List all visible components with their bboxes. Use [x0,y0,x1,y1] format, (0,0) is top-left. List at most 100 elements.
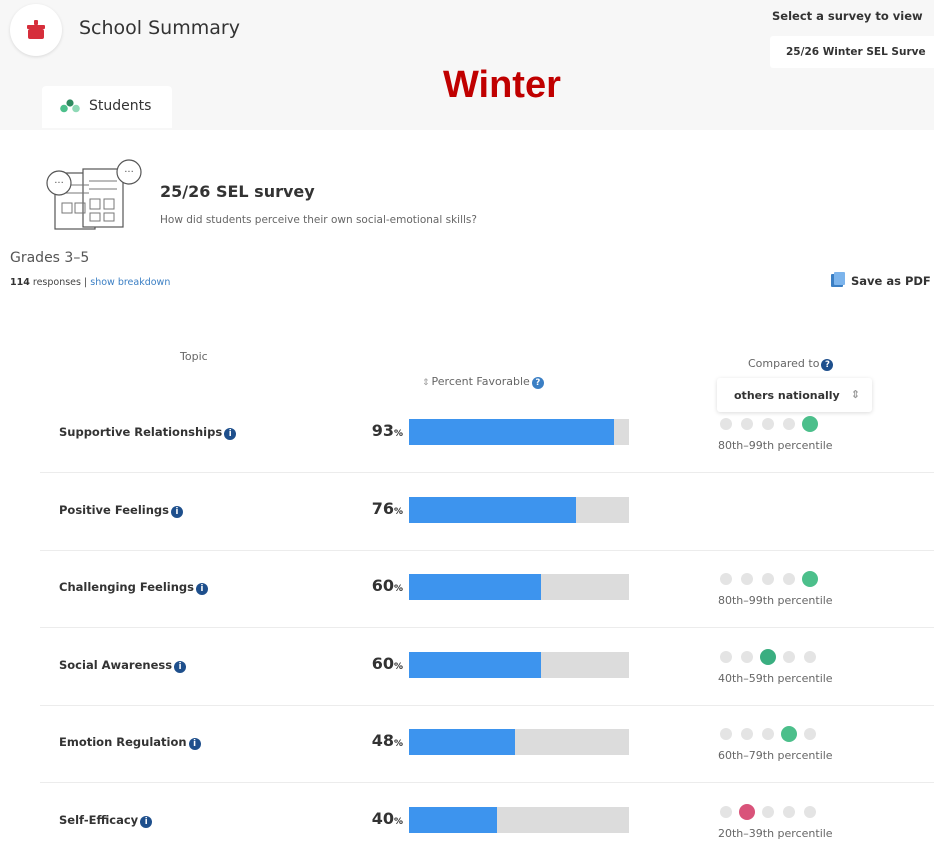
percentile-dots [720,803,830,820]
percent-unit: % [393,584,403,594]
percent-unit: % [393,739,403,749]
table-row: Emotion Regulation i 48% 60th–79th percenti… [40,705,934,783]
column-header-percent-label: Percent Favorable [431,375,530,388]
percent-bar-track [409,419,629,445]
percentile-label: 80th–99th percentile [718,594,833,607]
table-row: Supportive Relationships i 93% 80th–99th pe… [40,395,934,473]
percentile-dot [741,650,753,663]
topic-label: Emotion Regulation i [59,735,201,750]
percentile-dot-active [802,571,818,587]
svg-text:···: ··· [54,178,64,189]
survey-question: How did students perceive their own soci… [160,214,477,226]
save-pdf-button[interactable]: Save as PDF [830,272,931,288]
topic-label: Self-Efficacy i [59,812,153,828]
percentile-dot [741,728,753,740]
topic-name: Self-Efficacy [59,812,139,827]
apple-icon [27,20,45,39]
percentile-dot [720,418,732,430]
topic-name: Social Awareness [59,657,173,672]
grades-label: Grades 3–5 [10,250,90,266]
topic-name: Challenging Feelings [59,580,194,594]
percent-value: 60% [363,576,403,595]
info-icon[interactable]: i [171,505,183,518]
column-header-percent[interactable]: ⇕ Percent Favorable? [422,375,544,389]
percent-bar-fill [409,806,497,833]
percentile-dot [804,805,816,818]
survey-title: 25/26 SEL survey [160,182,315,201]
percentile-dot [720,805,732,818]
percentile-dot [783,650,795,663]
percent-bar-fill [409,651,541,678]
percent-value: 93% [363,421,403,440]
topic-label: Challenging Feelings i [59,580,208,595]
percent-bar-track [409,651,629,678]
table-row: Challenging Feelings i 60% 80th–99th percen… [40,550,934,628]
info-icon[interactable]: i [224,428,237,440]
tab-students[interactable]: Students [42,86,172,128]
percentile-dot-active [781,726,797,742]
percent-bar-track [409,496,629,523]
percent-unit: % [393,816,403,827]
responses-count: 114 [10,277,30,288]
percentile-label: 60th–79th percentile [718,749,833,762]
topic-label: Supportive Relationships i [59,425,237,440]
percentile-dot [762,418,774,430]
percent-value: 60% [363,654,403,673]
column-header-compared-label: Compared to [748,357,820,370]
percentile-dots [720,648,830,665]
app-logo[interactable] [10,4,62,56]
responses-separator: | [84,277,88,288]
responses-summary: 114 responses | show breakdown [10,277,170,288]
percent-number: 76 [371,498,394,518]
survey-select-label: Select a survey to view [772,9,923,23]
topic-name: Positive Feelings [59,502,169,517]
percent-number: 93 [371,421,394,440]
percent-bar-track [409,806,629,833]
percent-value: 76% [363,499,403,518]
season-label: Winter [443,64,561,106]
tab-students-label: Students [89,98,152,114]
percentile-dots [720,726,830,742]
percentile-dot [783,418,795,430]
percent-number: 40 [371,808,394,828]
info-icon[interactable]: i [196,583,208,595]
show-breakdown-link[interactable]: show breakdown [90,277,170,288]
info-icon[interactable]: ? [821,359,834,371]
info-icon[interactable]: ? [531,377,544,389]
info-icon[interactable]: i [140,815,153,828]
percentile-dot [762,573,774,585]
percent-bar-track [409,574,629,600]
survey-illustration: ··· ··· [46,159,142,230]
percentile-dot [762,805,774,818]
percentile-dot [741,418,753,430]
percent-bar-fill [409,496,577,523]
topic-name: Supportive Relationships [59,425,223,439]
topic-label: Social Awareness i [59,657,187,673]
percentile-dot-active [760,648,776,665]
table-row: Self-Efficacy i 40% 20th–39th percentile [40,783,934,859]
save-pdf-label: Save as PDF [851,274,931,288]
percentile-dot [804,728,816,740]
percent-number: 48 [371,731,394,750]
percent-value: 40% [363,809,403,828]
percent-bar-fill [409,419,614,445]
percentile-dot [720,728,732,740]
percent-number: 60 [371,653,394,673]
table-row: Positive Feelings i 76% [40,473,934,551]
pdf-icon [831,272,845,287]
percent-bar-track [409,729,629,755]
percent-unit: % [393,429,403,439]
responses-label: responses [32,277,81,288]
students-icon [60,99,80,113]
percent-bar-fill [409,574,541,600]
percentile-dot-active [802,416,818,432]
percent-unit: % [393,661,403,672]
percent-unit: % [393,506,403,517]
percentile-dot [783,805,795,818]
info-icon[interactable]: i [174,660,187,673]
info-icon[interactable]: i [188,738,201,750]
table-row: Social Awareness i 60% 40th–59th percentile [40,628,934,706]
survey-select[interactable]: 25/26 Winter SEL Surve [770,36,934,68]
column-header-topic: Topic [180,350,208,363]
percentile-label: 40th–59th percentile [718,671,833,685]
